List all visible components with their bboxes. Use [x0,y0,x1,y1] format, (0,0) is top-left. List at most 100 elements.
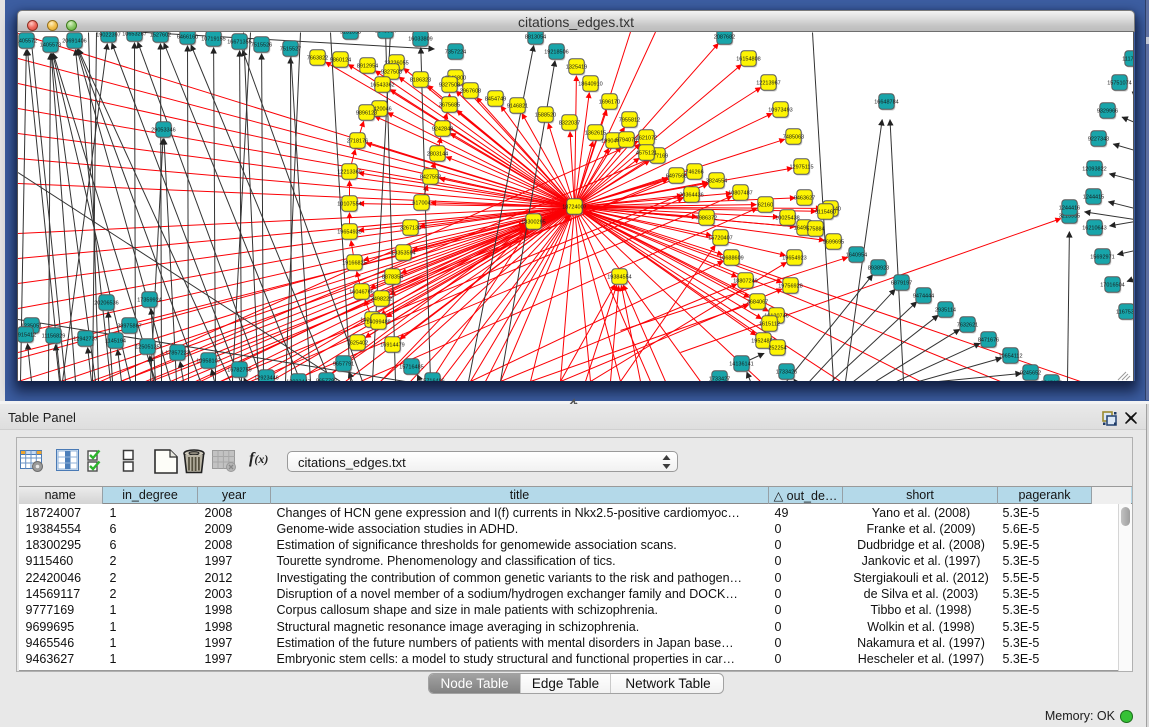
svg-text:9115460: 9115460 [815,209,836,215]
svg-text:1362615: 1362615 [585,130,606,136]
svg-text:39975867: 39975867 [117,323,141,329]
svg-text:18724007: 18724007 [562,204,586,210]
svg-text:18640910: 18640910 [578,81,602,87]
svg-text:9327508: 9327508 [439,82,460,88]
svg-text:617004: 617004 [412,200,430,206]
svg-text:12942737: 12942737 [73,336,97,342]
svg-text:12923447: 12923447 [286,379,310,381]
svg-text:9146821: 9146821 [507,103,528,109]
svg-text:3824554: 3824554 [706,178,727,184]
svg-text:13353594: 13353594 [391,250,415,256]
svg-text:7625402: 7625402 [347,340,368,346]
svg-text:9131058: 9131058 [340,32,361,35]
svg-text:10107554: 10107554 [337,201,361,207]
svg-text:9657791: 9657791 [333,361,354,367]
svg-text:14099488: 14099488 [366,319,390,325]
svg-text:252254: 252254 [768,345,786,351]
svg-text:9245652: 9245652 [1020,370,1041,376]
svg-text:9860124: 9860124 [330,57,351,63]
svg-text:10807487: 10807487 [728,190,752,196]
svg-text:7955812: 7955812 [619,117,640,123]
svg-text:9327503: 9327503 [381,69,402,75]
svg-text:10958107: 10958107 [196,358,220,364]
svg-text:9329966: 9329966 [1097,108,1118,114]
svg-text:10654112: 10654112 [998,353,1022,359]
svg-text:16914479: 16914479 [380,342,404,348]
svg-text:575884: 575884 [806,226,824,232]
svg-text:1696170: 1696170 [599,99,620,105]
svg-text:18300295: 18300295 [521,219,545,225]
svg-text:11156829: 11156829 [42,333,66,339]
svg-text:8322037: 8322037 [559,120,580,126]
svg-text:1527602: 1527602 [150,32,171,38]
svg-text:1621072: 1621072 [636,135,657,141]
svg-text:19654923: 19654923 [782,255,806,261]
svg-text:1117533: 1117533 [1122,56,1134,62]
svg-text:8878354: 8878354 [382,274,403,280]
svg-text:16782759: 16782759 [227,367,251,373]
svg-text:15751074: 15751074 [1107,80,1131,86]
svg-text:16033809: 16033809 [408,36,432,42]
svg-text:9657792: 9657792 [316,378,337,381]
svg-text:2935114: 2935114 [935,307,956,313]
svg-text:7663822: 7663822 [307,55,328,61]
svg-text:10688609: 10688609 [719,255,743,261]
svg-text:1325419: 1325419 [566,64,587,70]
svg-text:8938923: 8938923 [868,265,889,271]
svg-text:9227343: 9227343 [1088,136,1109,142]
svg-text:1615112: 1615112 [759,321,780,327]
svg-text:9245653: 9245653 [1041,380,1062,381]
svg-text:19654935: 19654935 [337,229,361,235]
svg-text:6879197: 6879197 [891,280,912,286]
svg-text:12213967: 12213967 [756,80,780,86]
svg-text:8471676: 8471676 [978,337,999,343]
svg-text:7515526: 7515526 [251,42,272,48]
svg-text:14136141: 14136141 [729,361,753,367]
svg-text:1244415: 1244415 [1083,194,1104,200]
svg-text:1405572: 1405572 [18,38,37,44]
svg-text:1405573: 1405573 [40,42,61,48]
svg-text:3684067: 3684067 [747,299,768,305]
svg-text:3498222: 3498222 [371,296,392,302]
svg-text:1244416: 1244416 [1059,205,1080,211]
svg-text:1640954: 1640954 [846,252,867,258]
svg-text:6466160: 6466160 [177,34,198,40]
svg-text:9699695: 9699695 [823,239,844,245]
svg-text:9463627: 9463627 [794,195,815,201]
svg-text:15720407: 15720407 [708,235,732,241]
svg-text:16154808: 16154808 [736,56,760,62]
svg-text:10973493: 10973493 [768,107,792,113]
svg-text:1588520: 1588520 [535,112,556,118]
svg-text:1145194: 1145194 [105,338,126,344]
svg-text:7986372: 7986372 [696,215,717,221]
svg-text:1733426: 1733426 [776,369,797,375]
svg-text:16648784: 16648784 [874,99,898,105]
svg-text:16210643: 16210643 [1082,225,1106,231]
svg-text:19022397: 19022397 [96,32,120,38]
svg-text:15716486: 15716486 [420,378,444,381]
svg-text:16671355: 16671355 [227,39,251,45]
svg-text:17359924: 17359924 [137,297,161,303]
svg-text:62160: 62160 [758,202,773,208]
svg-text:8427552: 8427552 [420,174,441,180]
svg-text:8454749: 8454749 [485,96,506,102]
svg-text:17016504: 17016504 [1100,282,1124,288]
svg-text:746266: 746266 [685,169,703,175]
svg-text:19384554: 19384554 [607,274,631,280]
svg-text:6794078: 6794078 [616,137,637,143]
svg-text:2803144: 2803144 [427,151,448,157]
svg-text:7485063: 7485063 [783,134,804,140]
svg-text:19218506: 19218506 [544,49,568,55]
svg-text:7632621: 7632621 [957,322,978,328]
svg-text:3675685: 3675685 [439,102,460,108]
svg-text:12923446: 12923446 [254,375,278,381]
svg-text:18807249: 18807249 [733,278,757,284]
svg-text:4575121: 4575121 [636,150,657,156]
svg-text:3915412: 3915412 [18,332,36,338]
svg-text:3267130: 3267130 [400,225,421,231]
svg-text:9896123: 9896123 [356,110,377,116]
svg-text:8643954: 8643954 [375,32,396,34]
svg-text:1733427: 1733427 [709,376,730,381]
svg-text:7515527: 7515527 [280,46,301,52]
svg-text:19166825: 19166825 [342,260,366,266]
